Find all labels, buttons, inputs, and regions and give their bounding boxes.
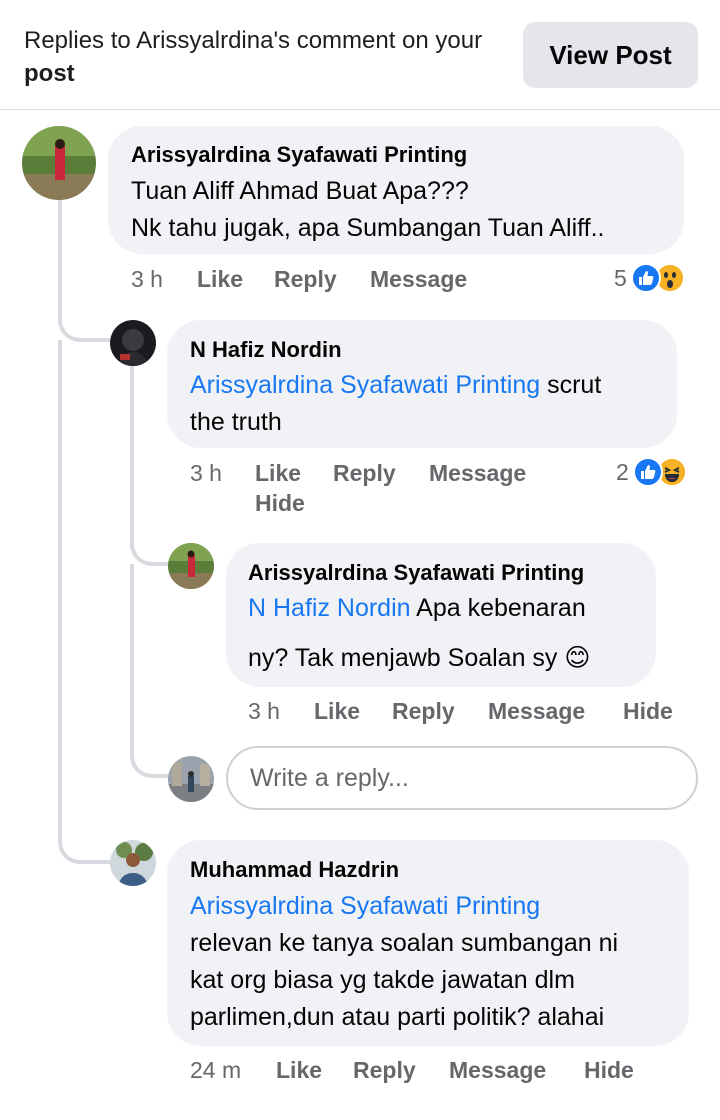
avatar-arissyalrdina[interactable]	[22, 126, 96, 200]
thread-curve-1	[58, 300, 110, 342]
reply-input-placeholder: Write a reply...	[250, 763, 409, 792]
comment-actions-2: 3 h Like Reply Message Hide	[190, 460, 590, 524]
like-button[interactable]: Like	[255, 460, 301, 487]
reply-input[interactable]: Write a reply...	[226, 746, 698, 810]
comment-time-1: 3 h	[131, 266, 163, 292]
thread-curve-3	[130, 532, 168, 566]
comment-author-3[interactable]: Arissyalrdina Syafawati Printing	[248, 560, 584, 586]
comment-author-2[interactable]: N Hafiz Nordin	[190, 337, 342, 363]
like-button[interactable]: Like	[314, 698, 360, 725]
comment-time-3: 3 h	[248, 698, 280, 724]
comment-time-4: 24 m	[190, 1057, 242, 1083]
smile-emoji-icon: 😊	[564, 644, 591, 672]
avatar-arissyalrdina-small[interactable]	[168, 543, 214, 589]
avatar-muhammad-hazdrin[interactable]	[110, 840, 156, 886]
reply-button[interactable]: Reply	[392, 698, 455, 725]
message-button[interactable]: Message	[488, 698, 585, 725]
comment-text-1-line1: Tuan Aliff Ahmad Buat Apa???	[131, 177, 469, 205]
comment-author-1[interactable]: Arissyalrdina Syafawati Printing	[131, 142, 467, 168]
like-icon	[632, 457, 663, 487]
comment-text-4-line2: kat org biasa yg takde jawatan dlm	[190, 966, 575, 994]
comment-text-3-line1: N Hafiz Nordin Apa kebenaran	[248, 590, 586, 627]
comment-text-2-line2: the truth	[190, 408, 282, 436]
mention-link[interactable]: Arissyalrdina Syafawati Printing	[190, 888, 540, 925]
mention-link[interactable]: N Hafiz Nordin	[248, 594, 411, 622]
message-button[interactable]: Message	[370, 266, 467, 293]
thread-line-sub	[130, 366, 134, 546]
comment-text-3-line2: ny? Tak menjawb Soalan sy 😊	[248, 640, 590, 677]
page-header: Replies to Arissyalrdina's comment on yo…	[0, 0, 720, 110]
like-icon	[630, 263, 661, 293]
comment-text-4-line3: parlimen,dun atau parti politik? alahai	[190, 1003, 605, 1031]
comment-actions-1: 3 h Like Reply Message	[131, 266, 531, 296]
thread-line-sub-lower	[130, 564, 134, 754]
thread-curve-4	[58, 820, 110, 864]
comment-actions-3: 3 h Like Reply Message Hide	[248, 698, 688, 728]
hide-button[interactable]: Hide	[623, 698, 673, 725]
reaction-summary-1[interactable]: 5	[614, 260, 685, 296]
message-button[interactable]: Message	[429, 460, 526, 487]
avatar-hafiz-nordin[interactable]	[110, 320, 156, 366]
comment-actions-4: 24 m Like Reply Message Hide	[190, 1057, 650, 1087]
comment-text-3-rest: Apa kebenaran	[416, 594, 586, 622]
hide-button[interactable]: Hide	[255, 490, 305, 517]
like-button[interactable]: Like	[197, 266, 243, 293]
title-post-word: post	[24, 60, 75, 87]
comment-text-4-line1: relevan ke tanya soalan sumbangan ni	[190, 929, 619, 957]
comment-text-2-rest: scrut	[547, 371, 602, 399]
mention-link[interactable]: Arissyalrdina Syafawati Printing	[190, 371, 540, 399]
reaction-count-1: 5	[614, 264, 627, 291]
comment-text-2-line1: Arissyalrdina Syafawati Printing scrut	[190, 367, 601, 404]
message-button[interactable]: Message	[449, 1057, 546, 1084]
reaction-count-2: 2	[616, 458, 629, 485]
reply-button[interactable]: Reply	[353, 1057, 416, 1084]
reply-button[interactable]: Reply	[274, 266, 337, 293]
avatar-current-user	[168, 756, 214, 802]
page-title: Replies to Arissyalrdina's comment on yo…	[24, 24, 504, 90]
hide-button[interactable]: Hide	[584, 1057, 634, 1084]
like-button[interactable]: Like	[276, 1057, 322, 1084]
reaction-summary-2[interactable]: 2	[616, 454, 687, 490]
thread-line-main	[58, 200, 62, 310]
thread-curve-input	[130, 738, 168, 778]
title-prefix: Replies to Arissyalrdina's comment on yo…	[24, 27, 483, 54]
thread-line-main-lower	[58, 340, 62, 840]
comment-text-1-line2: Nk tahu jugak, apa Sumbangan Tuan Aliff.…	[131, 214, 605, 242]
view-post-button[interactable]: View Post	[523, 22, 698, 88]
comment-text-3-line2-text: ny? Tak menjawb Soalan sy	[248, 644, 558, 672]
comment-time-2: 3 h	[190, 460, 222, 486]
comment-author-4[interactable]: Muhammad Hazdrin	[190, 857, 399, 883]
reply-button[interactable]: Reply	[333, 460, 396, 487]
